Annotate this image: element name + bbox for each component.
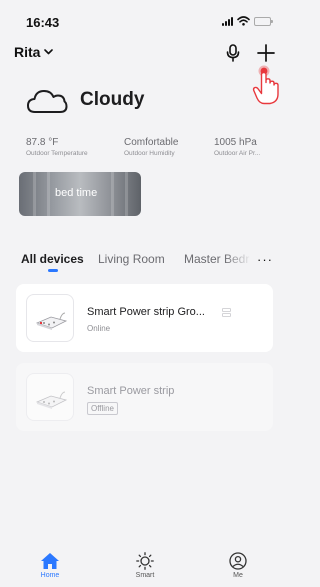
power-strip-icon [26, 373, 74, 421]
header: Rita [0, 42, 284, 66]
outdoor-air-pressure: 1005 hPa Outdoor Air Pr... [214, 137, 260, 157]
device-name: Smart Power strip [87, 385, 175, 397]
metric-label: Outdoor Temperature [26, 150, 88, 157]
device-name: Smart Power strip Gro... [87, 306, 205, 318]
tab-living-room[interactable]: Living Room [98, 252, 165, 266]
weather-panel: Cloudy [26, 86, 144, 114]
metric-label: Outdoor Humidity [124, 150, 175, 157]
cloud-icon [27, 90, 68, 113]
group-icon [222, 308, 231, 317]
offline-badge: Offline [87, 402, 118, 415]
home-selector[interactable]: Rita [14, 44, 54, 60]
home-name-label: Rita [14, 44, 41, 60]
tab-fade [224, 248, 252, 272]
chevron-down-icon [44, 49, 54, 55]
more-tabs-button[interactable]: ··· [257, 252, 273, 267]
device-card-power-strip-group[interactable]: Smart Power strip Gro... Online [16, 284, 273, 352]
profile-icon [229, 552, 247, 570]
tab-me[interactable]: Me [218, 552, 258, 579]
device-status: Online [87, 324, 111, 333]
metric-value: 87.8 °F [26, 137, 59, 148]
scene-card-bed-time[interactable]: bed time [19, 172, 141, 216]
wifi-icon [237, 16, 250, 26]
bottom-tab-bar: Home Smart Me [0, 546, 284, 587]
clock: 16:43 [26, 15, 60, 30]
signal-icon [222, 16, 233, 26]
weather-condition: Cloudy [80, 89, 145, 110]
outdoor-humidity: Comfortable Outdoor Humidity [124, 137, 178, 157]
metric-value: 1005 hPa [214, 137, 257, 148]
add-device-button[interactable] [256, 43, 276, 63]
tab-all-devices[interactable]: All devices [21, 252, 84, 266]
outdoor-temperature: 87.8 °F Outdoor Temperature [26, 137, 88, 157]
tap-hand-icon [252, 65, 279, 105]
battery-icon [254, 16, 273, 26]
status-bar: 16:43 [0, 0, 284, 40]
room-tabs: All devices Living Room Master Bedr ··· [0, 248, 284, 276]
tab-smart[interactable]: Smart [125, 552, 165, 579]
device-card-power-strip[interactable]: Smart Power strip Offline [16, 363, 273, 431]
tab-label: Me [233, 572, 243, 579]
scene-label: bed time [55, 187, 98, 199]
tab-label: Smart [135, 572, 155, 579]
tab-label: Home [40, 572, 60, 579]
power-strip-icon [26, 294, 74, 342]
metric-value: Comfortable [124, 137, 179, 148]
smart-sun-icon [136, 552, 154, 570]
microphone-icon[interactable] [225, 44, 241, 62]
tab-home[interactable]: Home [30, 552, 70, 579]
active-tab-indicator [48, 269, 58, 272]
home-icon [41, 553, 59, 569]
metric-label: Outdoor Air Pr... [214, 150, 261, 157]
system-icons [222, 16, 273, 26]
